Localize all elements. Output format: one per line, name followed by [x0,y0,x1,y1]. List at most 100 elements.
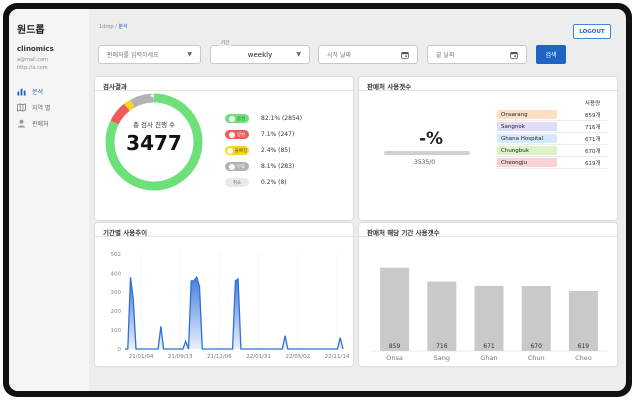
sidebar-item-seller[interactable]: 판매처 [17,119,49,128]
legend-row: 취소 0.2% (8) [225,178,287,187]
row-divider [497,120,607,121]
seller-row[interactable]: Cheongju 619개 [497,158,607,167]
x-tick-label: 22/01/31 [246,354,271,360]
bar-chart-icon [17,88,26,96]
bar-value-label: 716 [436,343,448,350]
period-usage-chart: 502 400 300 200 100 0 21/01/04 21/09/13 21/12/06… [111,252,350,360]
row-divider [497,132,607,133]
screen: 원드롭 clinomics a@mail.com http://a.com 분석… [9,9,626,391]
total-tests-value: 3477 [126,131,182,155]
calendar-icon[interactable] [510,51,518,59]
breadcrumb-current: 분석 [118,24,128,30]
legend-label: 무효 [236,164,246,170]
sidebar: 원드롭 clinomics a@mail.com http://a.com 분석… [9,9,89,391]
y-tick-label: 200 [111,309,122,315]
x-tick-label: 22/05/02 [285,354,310,360]
legend-row: 음성 82.1% (2854) [225,114,302,123]
bar [380,267,410,351]
row-divider [497,144,607,145]
calendar-icon[interactable] [401,51,409,59]
device-frame: 원드롭 clinomics a@mail.com http://a.com 분석… [3,3,632,397]
total-tests-label: 총 검사 진행 수 [133,120,175,129]
end-date-placeholder: 끝 날짜 [436,52,455,59]
seller-count: 671개 [585,137,601,143]
seller-row[interactable]: Chungbuk 670개 [497,146,607,155]
legend-badge: 양성 [225,130,249,139]
row-divider [497,168,607,169]
logout-button[interactable]: LOGOUT [573,24,611,39]
x-tick-label: 22/11/14 [325,354,350,360]
seller-count: 670개 [585,149,601,155]
y-tick-label: 100 [111,328,122,334]
usage-column-header: 사용량 [585,101,601,107]
legend-row: 무효 8.1% (283) [225,162,294,171]
sidebar-item-analysis[interactable]: 분석 [17,87,43,96]
seller-period-usage-card: 판매처 해당 기간 사용갯수 859 Onsa 716 Sang 671 Ghan 670 C… [359,223,617,366]
seller-usage-card: 판매처 사용갯수 -% 3535/0 사용량 Onsarang 859개 Sangn… [359,77,617,220]
legend-row: 양성 7.1% (247) [225,130,294,139]
y-tick-label: 300 [111,290,122,296]
legend-badge: 불확정 [225,146,249,155]
seller-row[interactable]: Onsarang 859개 [497,110,607,119]
legend-label: 취소 [232,180,242,186]
status-dot-icon [226,147,233,154]
x-tick-label: 21/12/06 [207,354,232,360]
usage-percent: -% [419,129,444,149]
row-divider [497,156,607,157]
seller-count: 859개 [585,113,601,119]
seller-name: Chungbuk [497,146,557,155]
category-label: Onsa [386,354,403,362]
bar [474,285,504,351]
sidebar-item-label: 지역 별 [32,105,51,112]
period-select[interactable]: 기간 weekly ▼ [210,40,310,64]
caret-down-icon: ▼ [296,51,301,58]
legend-value: 2.4% (85) [261,147,291,154]
usage-ratio: 3535/0 [414,159,436,166]
caret-down-icon: ▼ [187,51,192,58]
bar [521,286,551,351]
bar-value-label: 619 [578,343,590,350]
org-email: a@mail.com [17,57,49,63]
period-usage-card: 기간별 사용추이 502 400 300 200 100 0 21/01/04 21/09/1… [95,223,353,366]
breadcrumb-separator: / [115,24,117,30]
brand-title: 원드롭 [17,25,45,36]
end-date-input[interactable]: 끝 날짜 [427,45,527,64]
legend-value: 8.1% (283) [261,163,295,170]
usage-progress-bar [384,151,470,155]
legend-badge: 취소 [225,178,249,187]
seller-count: 716개 [585,125,601,131]
category-label: Chun [528,354,545,362]
legend-value: 82.1% (2854) [261,115,302,122]
legend-label: 음성 [236,116,246,122]
legend-row: 불확정 2.4% (85) [225,146,290,155]
sidebar-item-label: 판매처 [32,121,49,128]
search-button[interactable]: 검색 [536,45,566,64]
status-dot-icon [228,115,235,122]
org-name: clinomics [17,45,54,53]
seller-name: Sangnok [497,122,557,131]
seller-count: 619개 [585,161,601,167]
legend-badge: 음성 [225,114,249,123]
x-tick-label: 21/01/04 [129,354,154,360]
donut-chart: 총 검사 진행 수 3477 [105,93,203,191]
breadcrumb: 1drop / 분석 [99,23,128,30]
bar [568,290,598,351]
seller-name: Ghana Hospital [497,134,557,143]
legend-value: 7.1% (247) [261,131,295,138]
status-dot-icon [228,131,235,138]
category-label: Sang [434,354,450,362]
seller-row[interactable]: Sangnok 716개 [497,122,607,131]
seller-select[interactable]: 판매처를 입력하세요 ▼ [98,45,201,64]
seller-name: Onsarang [497,110,557,119]
bar-value-label: 859 [389,343,401,350]
start-date-input[interactable]: 시작 날짜 [318,45,418,64]
seller-row[interactable]: Ghana Hospital 671개 [497,134,607,143]
seller-period-usage-chart: 859 Onsa 716 Sang 671 Ghan 670 Chun 619 Cheo [371,267,607,362]
legend-badge: 무효 [225,162,249,171]
breadcrumb-root[interactable]: 1drop [99,24,114,30]
sidebar-item-region[interactable]: 지역 별 [17,103,50,112]
period-label: 기간 [219,40,232,46]
y-tick-label: 0 [118,347,122,353]
legend-label: 불확정 [234,148,248,154]
category-label: Cheo [575,354,592,362]
